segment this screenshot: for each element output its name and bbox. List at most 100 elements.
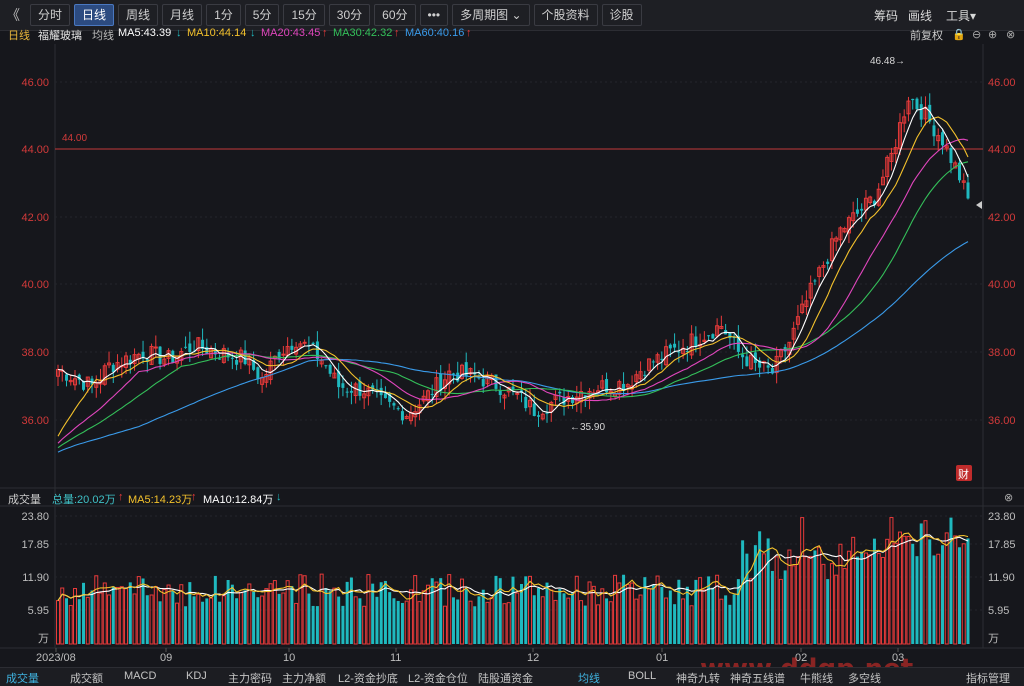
volume-bar — [745, 553, 749, 644]
volume-bar — [218, 601, 222, 644]
volume-bar — [928, 539, 932, 644]
volume-bar — [388, 592, 392, 644]
volume-bar — [906, 535, 911, 645]
volume-tick-right: 5.95 — [988, 605, 1009, 617]
indicator-tab-9[interactable]: 均线 — [578, 670, 600, 686]
volume-bar — [553, 599, 558, 645]
volume-bar — [468, 600, 473, 645]
volume-close-icon[interactable]: ⊗ — [1004, 491, 1013, 504]
volume-bar — [353, 596, 358, 645]
volume-bar — [681, 598, 686, 645]
volume-bar — [315, 606, 319, 644]
volume-bar — [596, 604, 601, 645]
volume-bar — [238, 591, 243, 645]
volume-bar — [855, 556, 859, 644]
volume-bar — [545, 582, 549, 644]
volume-bar — [880, 556, 885, 645]
volume-bar — [634, 598, 639, 645]
volume-bar — [464, 589, 468, 644]
volume-bar — [804, 556, 809, 645]
volume-bar — [851, 536, 856, 645]
candle-body — [711, 334, 715, 339]
indicator-tab-12[interactable]: 神奇五线谱 — [730, 670, 785, 686]
candle-body — [532, 403, 536, 417]
candle-body — [515, 392, 520, 395]
volume-bar — [936, 553, 941, 645]
indicator-tab-1[interactable]: 成交额 — [70, 670, 103, 686]
volume-bar — [498, 578, 502, 644]
volume-tick-left: 5.95 — [28, 605, 49, 617]
volume-bar — [332, 587, 337, 645]
indicator-tab-13[interactable]: 牛熊线 — [800, 670, 833, 686]
volume-ma5-arrow: ↑ — [191, 491, 197, 503]
volume-bar — [396, 600, 400, 644]
indicator-tab-8[interactable]: 陆股通资金 — [478, 670, 533, 686]
volume-bar — [940, 545, 944, 644]
indicator-tab-2[interactable]: MACD — [124, 670, 156, 682]
volume-bar — [417, 601, 422, 645]
candle-body — [524, 396, 528, 409]
volume-bar — [932, 555, 936, 644]
candle-body — [328, 364, 332, 374]
volume-bar — [808, 555, 813, 645]
volume-bar — [549, 589, 554, 645]
indicator-tab-15[interactable]: 指标管理 — [966, 670, 1010, 686]
volume-bar — [689, 605, 694, 645]
volume-bar — [192, 596, 196, 644]
volume-bar — [115, 586, 120, 645]
volume-title[interactable]: 成交量 — [8, 491, 41, 507]
candle-body — [966, 182, 970, 199]
volume-bar — [221, 595, 226, 645]
volume-bar — [741, 540, 745, 644]
volume-bar — [85, 596, 90, 645]
indicator-tab-5[interactable]: 主力净额 — [282, 670, 326, 686]
candle-body — [537, 415, 541, 417]
volume-bar — [358, 598, 362, 644]
volume-bar — [897, 531, 902, 645]
indicator-tab-4[interactable]: 主力密码 — [228, 670, 272, 686]
volume-bar — [349, 577, 353, 644]
x-axis-label: 01 — [656, 652, 668, 664]
kline-chart: 46.00 46.00 44.00 44.00 42.00 42.00 40.00 40.00… — [0, 44, 1024, 684]
indicator-tab-14[interactable]: 多空线 — [848, 670, 881, 686]
volume-bar — [520, 584, 524, 644]
indicator-tab-10[interactable]: BOLL — [628, 670, 656, 682]
candle-body — [745, 356, 749, 367]
candle-body — [940, 132, 944, 146]
volume-bar — [562, 593, 566, 644]
indicator-tab-11[interactable]: 神奇九转 — [676, 670, 720, 686]
volume-bar — [872, 538, 876, 644]
volume-bar — [571, 593, 575, 644]
volume-bar — [749, 578, 754, 645]
indicator-tab-7[interactable]: L2-资金仓位 — [408, 670, 468, 686]
indicator-tab-0[interactable]: 成交量 — [6, 670, 39, 686]
volume-bar — [787, 549, 792, 645]
volume-bar — [235, 598, 239, 644]
volume-bar — [902, 535, 907, 645]
volume-bar — [153, 586, 158, 645]
candle-body — [707, 335, 711, 337]
volume-tick-right: 17.85 — [988, 539, 1016, 551]
indicator-tab-3[interactable]: KDJ — [186, 670, 207, 682]
volume-bar — [98, 592, 103, 645]
candle-body — [341, 383, 345, 388]
indicator-tab-6[interactable]: L2-资金抄底 — [338, 670, 398, 686]
volume-bar — [145, 595, 149, 644]
candle-body — [558, 391, 562, 394]
price-tick-right: 44.00 — [988, 144, 1016, 156]
volume-bar — [532, 595, 536, 644]
volume-bar — [252, 591, 256, 644]
volume-bar — [209, 597, 214, 645]
candle-body — [439, 373, 443, 391]
volume-bar — [82, 582, 86, 644]
x-axis-label: 12 — [527, 652, 539, 664]
volume-tick-left: 23.80 — [21, 511, 49, 523]
volume-bar — [579, 600, 584, 645]
x-axis-label: 11 — [390, 652, 401, 664]
volume-bar — [821, 563, 826, 645]
volume-bar — [77, 599, 81, 644]
candle-body — [643, 374, 647, 376]
candle-body — [230, 357, 234, 359]
candle-body — [392, 403, 396, 406]
volume-tick-left: 万 — [38, 633, 49, 645]
